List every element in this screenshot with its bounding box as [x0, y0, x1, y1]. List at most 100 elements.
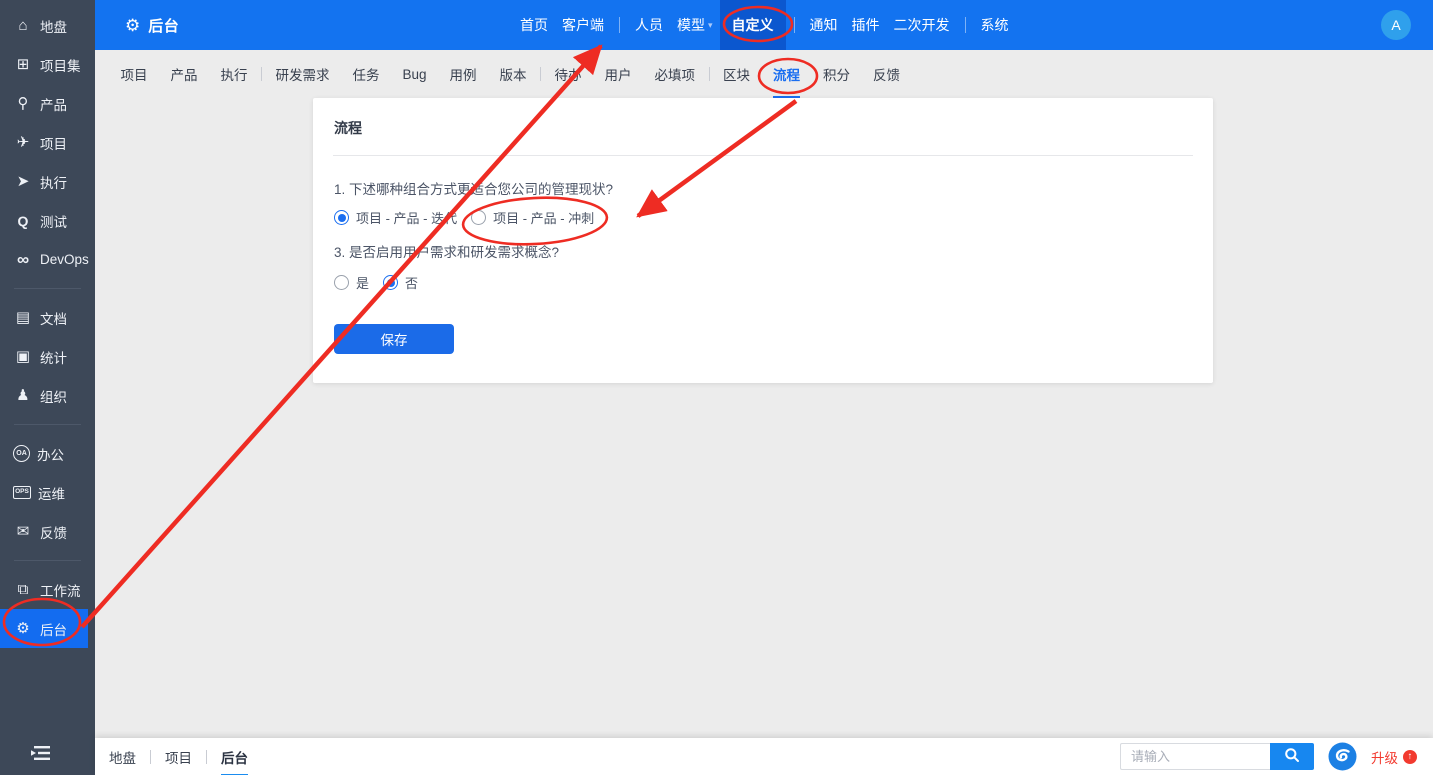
avatar[interactable]: A: [1381, 10, 1411, 40]
radio-icon[interactable]: [334, 210, 349, 225]
gear-icon: ⚙: [125, 15, 141, 35]
search-button[interactable]: [1270, 743, 1314, 770]
question-requirement-concept: 3. 是否启用用户需求和研发需求概念?: [334, 245, 560, 260]
sidebar-item-icon: ⊞: [16, 56, 30, 73]
subnav-tab-label: 流程: [773, 50, 801, 98]
topbar-nav-item-label: 通知: [809, 17, 838, 33]
subnav-tab[interactable]: 用例: [438, 50, 488, 98]
sidebar-item[interactable]: OPS 运维: [0, 473, 95, 512]
radio-icon[interactable]: [471, 210, 487, 225]
topbar-nav-item[interactable]: 客户端: [555, 0, 611, 50]
sidebar-item[interactable]: ▣ 统计: [0, 337, 95, 376]
sidebar-item-label: 反馈: [40, 525, 67, 541]
sidebar-item[interactable]: ⌂ 地盘: [0, 6, 95, 45]
radio-option-label: 项目 - 产品 - 冲刺: [493, 211, 595, 226]
topbar-nav-item[interactable]: [964, 17, 966, 33]
subnav-tab[interactable]: [540, 67, 542, 81]
bottombar-tab[interactable]: 后台: [209, 738, 260, 775]
sidebar-item-label: 办公: [37, 447, 64, 463]
sidebar-item-icon: OA: [13, 445, 30, 462]
subnav-tab-label: 用例: [449, 68, 477, 83]
radio-icon[interactable]: [383, 275, 399, 290]
subnav-tab[interactable]: 积分: [812, 50, 862, 98]
sidebar-item[interactable]: ∞ DevOps: [0, 240, 95, 279]
app-root: ⚙ 后台 首页 客户端 人员 模型 ▾ 自定义 通知 插件 二次开发 系统 A …: [0, 0, 1433, 775]
panel-title: 流程: [334, 120, 362, 136]
bottombar-tab[interactable]: 项目: [153, 738, 204, 775]
subnav-tab[interactable]: 执行: [209, 50, 259, 98]
radio-option[interactable]: 项目 - 产品 - 冲刺: [471, 208, 594, 227]
zentao-logo-icon[interactable]: [1328, 742, 1357, 771]
subnav-tab[interactable]: 必填项: [643, 50, 707, 98]
topbar-nav-item-label: 客户端: [562, 17, 604, 33]
sidebar-item[interactable]: OA 办公: [0, 434, 95, 473]
topbar-nav-item-label: 人员: [635, 17, 663, 33]
subnav-tab[interactable]: 区块: [712, 50, 762, 98]
topbar-nav-item[interactable]: [793, 17, 795, 33]
question3-options: 是 否: [334, 273, 418, 292]
upgrade-link[interactable]: 升级 ↑: [1371, 747, 1417, 767]
topbar-nav-item-label: 插件: [851, 17, 880, 33]
sidebar-item-label: DevOps: [40, 252, 89, 267]
subnav-tab[interactable]: 用户: [593, 50, 643, 98]
sidebar-item-icon: ♟: [16, 387, 30, 404]
topbar-nav-item[interactable]: 自定义: [719, 0, 786, 50]
subnav-tab[interactable]: [708, 67, 710, 81]
sidebar-item[interactable]: [14, 288, 81, 289]
sidebar-item-label: 地盘: [40, 19, 67, 35]
bottombar-tab[interactable]: 地盘: [97, 738, 148, 775]
sidebar-item-icon: ⧉: [17, 581, 29, 598]
radio-option-label: 是: [356, 276, 370, 291]
sidebar-item[interactable]: ⚲ 产品: [0, 84, 95, 123]
search-box: [1120, 743, 1314, 770]
topbar-nav-item[interactable]: [619, 17, 620, 33]
topbar-nav-item[interactable]: 系统: [974, 0, 1016, 50]
subnav-tab[interactable]: 研发需求: [264, 50, 341, 98]
radio-option[interactable]: 是: [334, 273, 369, 292]
topbar-nav-item[interactable]: 插件: [845, 0, 887, 50]
radio-icon[interactable]: [334, 275, 349, 290]
bottombar-tab[interactable]: [206, 749, 207, 764]
bottombar-tabs: 地盘 项目 后台: [97, 738, 260, 775]
topbar-nav-item[interactable]: 首页: [513, 0, 555, 50]
topbar-nav-item[interactable]: 二次开发: [887, 0, 957, 50]
subnav-tab[interactable]: 反馈: [862, 50, 912, 98]
save-button[interactable]: 保存: [334, 324, 454, 354]
subnav-tab-label: Bug: [402, 66, 427, 82]
sidebar-item[interactable]: Q 测试: [0, 201, 95, 240]
search-input[interactable]: [1120, 743, 1270, 770]
subnav-tab[interactable]: Bug: [391, 50, 438, 98]
upgrade-arrow-icon: ↑: [1403, 749, 1417, 764]
sidebar-item[interactable]: ⚙ 后台: [0, 609, 88, 648]
topbar-nav-item[interactable]: 模型 ▾: [670, 0, 720, 50]
bottombar-tab-label: 后台: [221, 737, 248, 775]
sidebar-item-icon: Q: [17, 212, 29, 229]
sidebar-item-icon: ▣: [15, 348, 31, 365]
sidebar-item[interactable]: [14, 560, 81, 561]
sidebar-item[interactable]: ⊞ 项目集: [0, 45, 95, 84]
subnav-tab[interactable]: [261, 67, 262, 81]
collapse-sidebar-icon[interactable]: [30, 745, 52, 766]
sidebar-item-label: 项目: [40, 136, 67, 152]
topbar-nav-item[interactable]: 通知: [803, 0, 845, 50]
sidebar-item[interactable]: ✉ 反馈: [0, 512, 95, 551]
subnav-tab[interactable]: 版本: [488, 50, 538, 98]
sidebar-item[interactable]: ♟ 组织: [0, 376, 95, 415]
subnav-tab[interactable]: 待办: [543, 50, 593, 98]
sidebar-item[interactable]: ▤ 文档: [0, 298, 95, 337]
subnav-tab[interactable]: 流程: [762, 50, 812, 98]
topbar-nav-item[interactable]: 人员: [628, 0, 670, 50]
sidebar-item-label: 项目集: [40, 58, 81, 74]
sidebar-item[interactable]: ➤ 执行: [0, 162, 95, 201]
subnav-tab-label: 必填项: [654, 68, 696, 83]
subnav-tab[interactable]: 项目: [109, 50, 159, 98]
subnav-tab[interactable]: 任务: [341, 50, 391, 98]
sidebar-item[interactable]: [14, 424, 81, 425]
bottombar-tab[interactable]: [150, 749, 151, 764]
sidebar-item[interactable]: ⧉ 工作流: [0, 570, 95, 609]
sidebar-item[interactable]: ✈ 项目: [0, 123, 95, 162]
subnav-tab-label: 研发需求: [275, 68, 330, 83]
radio-option[interactable]: 项目 - 产品 - 迭代: [334, 208, 457, 227]
radio-option[interactable]: 否: [383, 273, 418, 292]
subnav-tab[interactable]: 产品: [159, 50, 209, 98]
